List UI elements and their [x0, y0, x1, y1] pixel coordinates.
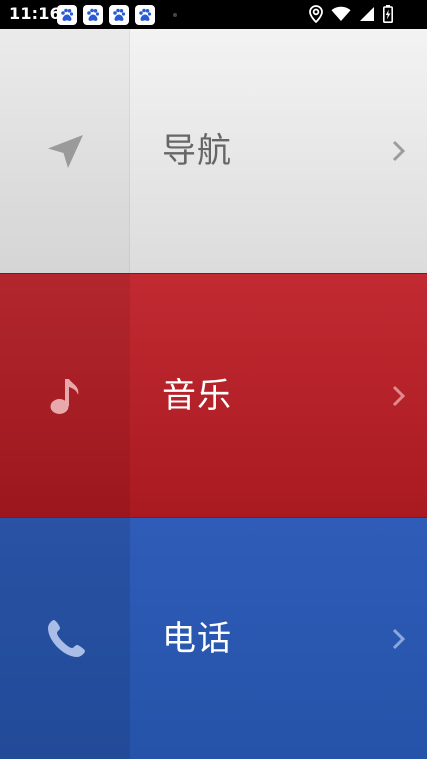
menu-item-music[interactable]: 音乐 [0, 274, 427, 518]
menu-item-navigation[interactable]: 导航 [0, 29, 427, 274]
baidu-paw-icon [57, 5, 77, 25]
app-screen: 11:16 导航 音乐 电话 [0, 0, 427, 759]
navigation-arrow-icon [45, 130, 87, 172]
menu-item-label: 电话 [162, 618, 232, 659]
status-bar: 11:16 [0, 0, 427, 29]
music-note-icon [45, 375, 87, 417]
chevron-right-icon [391, 139, 407, 163]
baidu-paw-icon [83, 5, 103, 25]
icon-column [0, 29, 130, 273]
baidu-paw-icon [135, 5, 155, 25]
notification-area [57, 5, 177, 25]
baidu-paw-icon [109, 5, 129, 25]
battery-charging-icon [383, 5, 393, 27]
main-menu: 导航 音乐 电话 [0, 29, 427, 759]
chevron-right-icon [391, 384, 407, 408]
menu-item-label: 音乐 [162, 375, 232, 416]
more-notifications-dot [173, 13, 177, 17]
chevron-right-icon [391, 627, 407, 651]
status-time: 11:16 [9, 4, 61, 23]
wifi-icon [331, 6, 351, 26]
menu-item-label: 导航 [162, 131, 232, 171]
location-icon [309, 5, 323, 27]
icon-column [0, 518, 130, 759]
signal-icon [359, 6, 375, 26]
icon-column [0, 274, 130, 517]
menu-item-phone[interactable]: 电话 [0, 518, 427, 759]
system-icons [309, 5, 393, 27]
phone-handset-icon [45, 618, 87, 660]
